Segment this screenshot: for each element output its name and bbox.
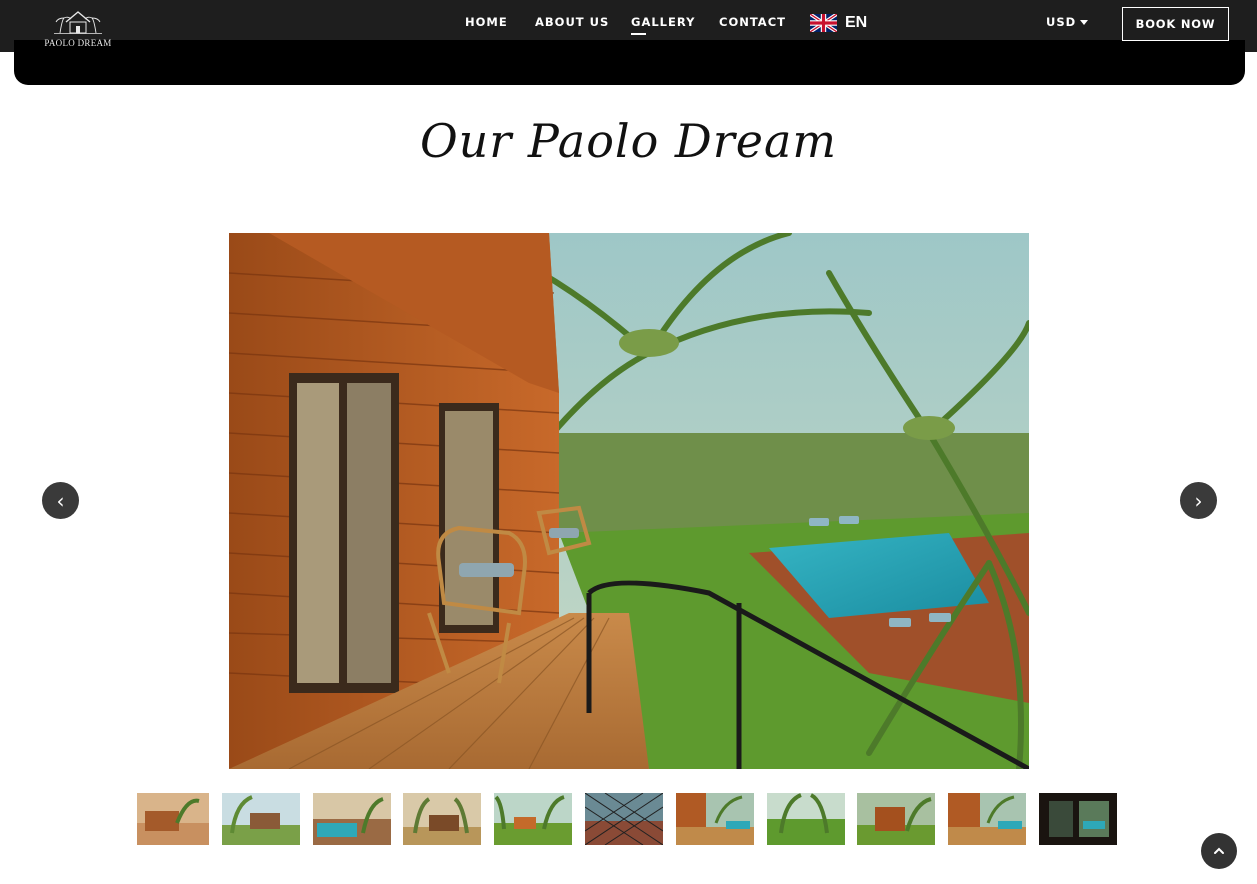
gallery-thumbnail[interactable]	[948, 793, 1026, 845]
gallery-thumbnail[interactable]	[857, 793, 935, 845]
language-selector[interactable]: EN	[810, 12, 867, 34]
hero-strip	[14, 40, 1245, 85]
next-slide-button[interactable]: ›	[1180, 482, 1217, 519]
nav-contact[interactable]: CONTACT	[719, 15, 786, 29]
gallery-thumbnail[interactable]	[494, 793, 572, 845]
chevron-left-icon: ‹	[56, 488, 65, 513]
site-logo[interactable]: PAOLO DREAM	[40, 8, 116, 50]
gallery-main-image	[229, 233, 1029, 769]
gallery-thumbnail[interactable]	[403, 793, 481, 845]
caret-down-icon	[1080, 19, 1089, 25]
gallery-thumbnail[interactable]	[585, 793, 663, 845]
logo-text: PAOLO DREAM	[44, 38, 112, 48]
gallery-title: Our Paolo Dream	[419, 114, 838, 168]
gallery-thumbnail[interactable]	[313, 793, 391, 845]
scroll-to-top-button[interactable]	[1201, 833, 1237, 869]
language-label: EN	[845, 14, 868, 31]
chevron-up-icon	[1214, 847, 1224, 854]
currency-selector[interactable]: USD	[1046, 15, 1089, 29]
chevron-right-icon: ›	[1194, 488, 1203, 513]
uk-flag-icon	[810, 14, 837, 32]
currency-label: USD	[1046, 15, 1077, 29]
logo-house-icon	[54, 11, 102, 34]
book-now-button[interactable]: BOOK NOW	[1122, 7, 1229, 41]
gallery-thumbnail[interactable]	[1039, 793, 1117, 845]
prev-slide-button[interactable]: ‹	[42, 482, 79, 519]
gallery-thumbnail[interactable]	[222, 793, 300, 845]
nav-gallery[interactable]: GALLERY	[631, 15, 695, 35]
nav-about-us[interactable]: ABOUT US	[535, 15, 609, 29]
thumbnail-strip	[0, 793, 1257, 845]
gallery-thumbnail[interactable]	[767, 793, 845, 845]
gallery-thumbnail[interactable]	[137, 793, 209, 845]
gallery-thumbnail[interactable]	[676, 793, 754, 845]
nav-home[interactable]: HOME	[465, 15, 508, 29]
